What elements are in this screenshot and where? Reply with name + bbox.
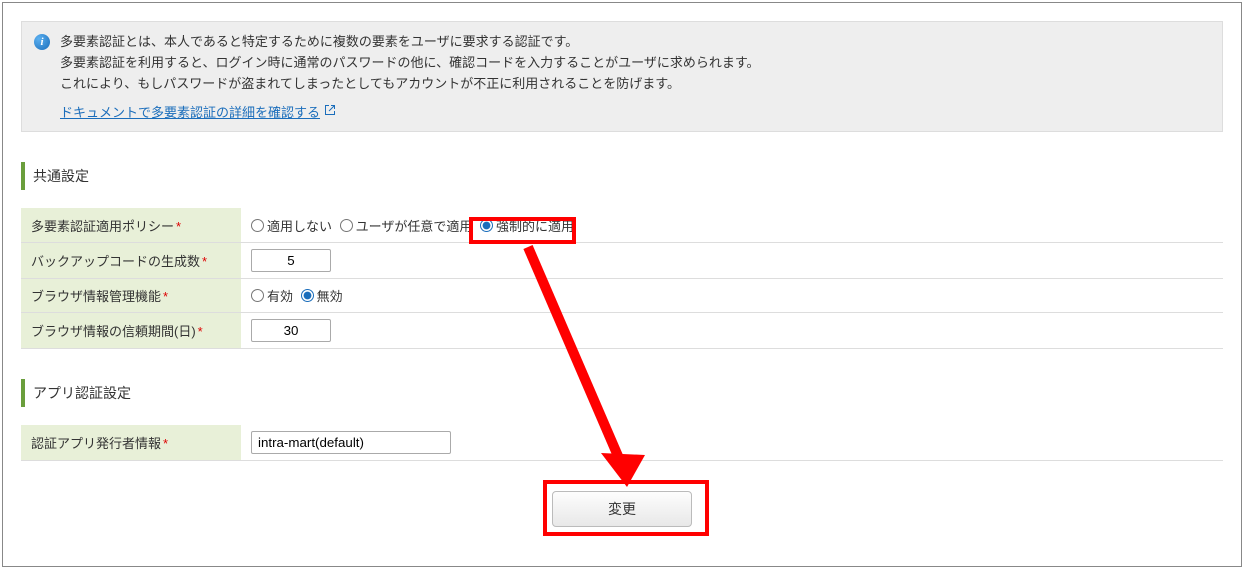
app-auth-table: 認証アプリ発行者情報* [21,425,1223,461]
submit-button[interactable]: 変更 [552,491,692,527]
external-link-icon [324,104,336,119]
issuer-input[interactable] [251,431,451,454]
browser-info-option-0[interactable]: 有効 [251,286,293,305]
policy-label: 多要素認証適用ポリシー* [21,208,241,242]
docs-link-label: ドキュメントで多要素認証の詳細を確認する [60,102,320,121]
info-line-2: 多要素認証を利用すると、ログイン時に通常のパスワードの他に、確認コードを入力する… [60,53,760,74]
browser-info-option-1[interactable]: 無効 [301,286,343,305]
info-icon: i [34,34,50,50]
section-common-settings: 共通設定 [21,162,1223,190]
policy-radio-group: 適用しない ユーザが任意で適用 強制的に適用 [251,220,578,235]
backup-count-input[interactable] [251,249,331,272]
trust-days-label: ブラウザ情報の信頼期間(日)* [21,312,241,348]
info-line-1: 多要素認証とは、本人であると特定するために複数の要素をユーザに要求する認証です。 [60,32,760,53]
browser-info-label: ブラウザ情報管理機能* [21,278,241,312]
section-app-auth: アプリ認証設定 [21,379,1223,407]
common-settings-table: 多要素認証適用ポリシー* 適用しない ユーザが任意で適用 強制的に適用 バックア… [21,208,1223,349]
info-banner: i 多要素認証とは、本人であると特定するために複数の要素をユーザに要求する認証で… [21,21,1223,132]
policy-option-1[interactable]: ユーザが任意で適用 [340,216,473,235]
trust-days-input[interactable] [251,319,331,342]
browser-info-radio-group: 有効 無効 [251,290,347,305]
info-line-3: これにより、もしパスワードが盗まれてしまったとしてもアカウントが不正に利用される… [60,74,760,95]
docs-link[interactable]: ドキュメントで多要素認証の詳細を確認する [60,102,336,121]
issuer-label: 認証アプリ発行者情報* [21,425,241,461]
backup-count-label: バックアップコードの生成数* [21,242,241,278]
policy-option-2[interactable]: 強制的に適用 [480,216,574,235]
policy-option-0[interactable]: 適用しない [251,216,332,235]
